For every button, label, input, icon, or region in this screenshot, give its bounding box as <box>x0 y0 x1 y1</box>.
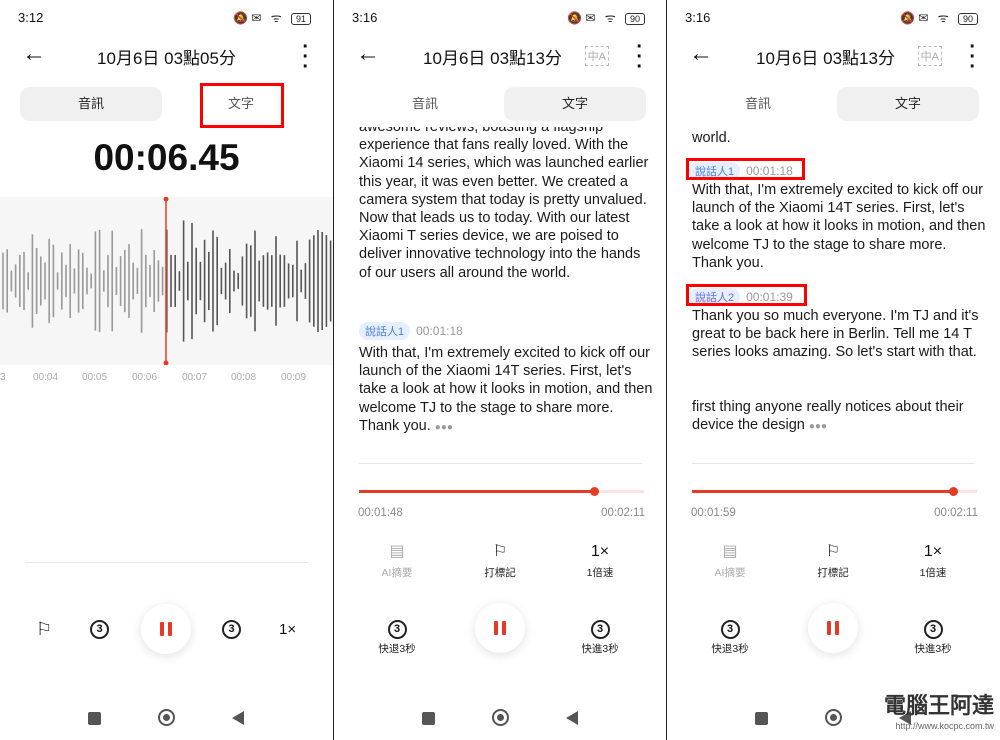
progress-thumb[interactable] <box>589 487 599 496</box>
status-time: 3:16 <box>352 10 378 25</box>
more-menu-icon[interactable]: · · · <box>302 37 309 77</box>
highlight-box <box>686 158 805 180</box>
translate-icon[interactable]: 中A <box>584 46 609 66</box>
more-menu-icon[interactable]: · · · <box>969 37 976 77</box>
speed-button[interactable]: 1× 1倍速 <box>560 541 640 580</box>
tab-audio[interactable]: 音訊 <box>354 87 496 121</box>
loading-dots-icon: ●●● <box>434 421 453 433</box>
ai-summary-button[interactable]: ▤ AI摘要 <box>690 541 770 580</box>
transcript-paragraph: awesome reviews, boasting a flagship exp… <box>359 127 649 281</box>
nav-back-button[interactable] <box>566 711 578 725</box>
rewind-3s-button[interactable]: 3 快退3秒 <box>357 617 437 656</box>
status-time: 3:12 <box>18 10 44 25</box>
battery-icon: 91 <box>290 12 311 25</box>
speed-button[interactable]: 1× 1倍速 <box>893 541 973 580</box>
transcript-paragraph: world. <box>692 130 731 146</box>
translate-icon[interactable]: 中A <box>917 46 942 66</box>
time-tick: 00:04 <box>33 372 59 383</box>
current-time: 00:01:48 <box>358 507 403 519</box>
panel-transcript-2: 3:16 🔕✉ ᯤ 90 ← 10月6日 03點13分 中A · · · 音訊 文字… <box>667 0 1000 740</box>
progress-thumb[interactable] <box>949 487 959 496</box>
forward-3s-icon[interactable]: 3 <box>222 619 241 639</box>
add-mark-button[interactable]: ⚐ 打標記 <box>793 541 873 580</box>
transcript-paragraph: Thank you so much everyone. I'm TJ and i… <box>692 308 979 361</box>
status-icons: 🔕✉ ᯤ 91 <box>233 9 311 26</box>
status-icons: 🔕✉ ᯤ 90 <box>567 9 645 26</box>
ai-summary-button[interactable]: ▤ AI摘要 <box>357 541 437 580</box>
time-tick: 00:06 <box>132 372 158 383</box>
speaker-row: 說話人1 00:01:18 <box>359 322 463 340</box>
total-time: 00:02:11 <box>601 507 645 519</box>
speaker-tag[interactable]: 說話人1 <box>359 322 411 340</box>
highlight-box <box>686 284 807 306</box>
tab-audio[interactable]: 音訊 <box>20 87 162 121</box>
highlight-box <box>200 83 284 128</box>
forward-3s-button[interactable]: 3 快進3秒 <box>560 617 640 656</box>
nav-home-button[interactable] <box>492 709 509 726</box>
time-tick: 00:08 <box>231 372 257 383</box>
transcript-paragraph: first thing anyone really notices about … <box>692 399 964 434</box>
total-time: 00:02:11 <box>934 507 978 519</box>
forward-icon: 3 <box>923 620 943 639</box>
pause-button[interactable] <box>475 603 525 653</box>
battery-icon: 90 <box>957 12 978 25</box>
tab-text[interactable]: 文字 <box>504 87 646 121</box>
forward-icon: 3 <box>590 620 610 639</box>
playhead-dot <box>163 360 169 366</box>
speed-icon: 1× <box>590 543 610 560</box>
current-time: 00:01:59 <box>691 507 736 519</box>
pause-button[interactable] <box>808 603 858 653</box>
recording-title: 10月6日 03點13分 <box>423 49 562 68</box>
status-icons: 🔕✉ ᯤ 90 <box>900 9 978 26</box>
forward-3s-button[interactable]: 3 快進3秒 <box>893 617 973 656</box>
playback-progress[interactable] <box>359 487 644 496</box>
add-mark-button[interactable]: ⚐ 打標記 <box>460 541 540 580</box>
watermark-logo: 電腦王阿達 http://www.kocpc.com.tw <box>883 693 994 732</box>
transcript-paragraph: With that, I'm extremely excited to kick… <box>359 345 653 434</box>
time-tick: 00:05 <box>82 372 108 383</box>
flag-icon: ⚐ <box>825 543 841 560</box>
divider <box>359 463 642 464</box>
status-time: 3:16 <box>685 10 711 25</box>
nav-home-button[interactable] <box>825 709 842 726</box>
loading-dots-icon: ●●● <box>808 421 828 433</box>
pause-button[interactable] <box>141 604 191 654</box>
battery-icon: 90 <box>624 12 645 25</box>
nav-recents-button[interactable] <box>422 712 435 725</box>
tab-audio[interactable]: 音訊 <box>687 87 829 121</box>
panel-transcript-1: 3:16 🔕✉ ᯤ 90 ← 10月6日 03點13分 中A · · · 音訊 文字… <box>334 0 667 740</box>
panel-recording-audio: 3:12 🔕✉ ᯤ 91 ← 10月6日 03點05分 · · · 音訊 文字 00… <box>0 0 333 740</box>
divider <box>25 562 308 563</box>
playback-progress[interactable] <box>692 487 977 496</box>
nav-recents-button[interactable] <box>755 712 768 725</box>
speaker-timestamp[interactable]: 00:01:18 <box>416 324 463 338</box>
divider <box>692 463 975 464</box>
more-menu-icon[interactable]: · · · <box>636 37 643 77</box>
speed-button[interactable]: 1× <box>279 621 296 638</box>
time-tick: 00:09 <box>281 372 307 383</box>
ai-summary-icon: ▤ <box>389 543 405 560</box>
rewind-3s-button[interactable]: 3 快退3秒 <box>690 617 770 656</box>
tab-text[interactable]: 文字 <box>837 87 979 121</box>
elapsed-timer: 00:06.45 <box>93 137 240 178</box>
recording-title: 10月6日 03點05分 <box>97 49 236 68</box>
flag-icon: ⚐ <box>492 543 508 560</box>
recording-title: 10月6日 03點13分 <box>756 49 895 68</box>
nav-home-button[interactable] <box>158 709 175 726</box>
playhead-dot <box>163 196 169 202</box>
speed-icon: 1× <box>923 543 943 560</box>
time-tick: 00:07 <box>182 372 208 383</box>
flag-icon[interactable]: ⚐ <box>36 619 52 640</box>
nav-recents-button[interactable] <box>88 712 101 725</box>
ai-summary-icon: ▤ <box>722 543 738 560</box>
nav-back-button[interactable] <box>232 711 244 725</box>
transcript-paragraph: With that, I'm extremely excited to kick… <box>692 182 986 271</box>
time-tick: 3 <box>0 372 6 383</box>
rewind-3s-icon[interactable]: 3 <box>90 619 109 639</box>
waveform[interactable] <box>0 196 333 366</box>
rewind-icon: 3 <box>720 620 740 639</box>
rewind-icon: 3 <box>387 620 407 639</box>
